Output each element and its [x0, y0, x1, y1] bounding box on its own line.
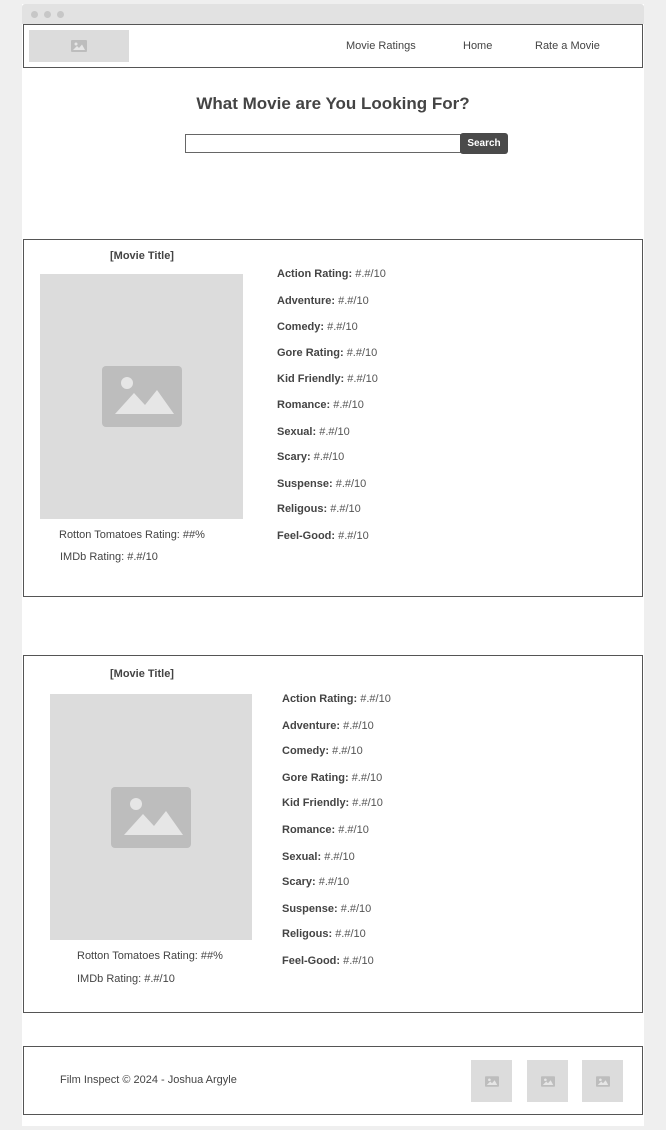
- rating-label: Kid Friendly:: [277, 373, 345, 385]
- rating-label: Religous:: [282, 928, 333, 940]
- search-button[interactable]: Search: [460, 133, 508, 154]
- search-input[interactable]: [185, 134, 461, 153]
- image-placeholder-icon: [101, 366, 182, 427]
- rating-label: Gore Rating:: [277, 347, 344, 359]
- rating-label: Comedy:: [282, 745, 330, 757]
- movie-title: [Movie Title]: [110, 250, 174, 262]
- rating-action: Action Rating: #.#/10: [282, 693, 391, 705]
- social-link[interactable]: [582, 1060, 623, 1102]
- movie-title: [Movie Title]: [110, 668, 174, 680]
- rating-feel-good: Feel-Good: #.#/10: [277, 530, 369, 542]
- rotten-tomatoes-rating: Rotton Tomatoes Rating: ##%: [59, 529, 205, 541]
- image-icon: [540, 1075, 555, 1087]
- rating-value: #.#/10: [338, 295, 369, 307]
- rating-adventure: Adventure: #.#/10: [282, 720, 374, 732]
- rating-feel-good: Feel-Good: #.#/10: [282, 955, 374, 967]
- imdb-rating: IMDb Rating: #.#/10: [77, 973, 175, 985]
- rating-romance: Romance: #.#/10: [277, 399, 364, 411]
- window-dot: [57, 11, 64, 18]
- rating-label: Scary:: [277, 451, 311, 463]
- rating-value: #.#/10: [327, 321, 358, 333]
- rating-action: Action Rating: #.#/10: [277, 268, 386, 280]
- rating-label: Kid Friendly:: [282, 797, 350, 809]
- rating-value: #.#/10: [351, 772, 383, 784]
- rating-label: Action Rating:: [277, 268, 353, 280]
- image-placeholder-icon: [111, 786, 191, 848]
- window-dot: [31, 11, 38, 18]
- rating-label: Religous:: [277, 503, 328, 515]
- social-link[interactable]: [527, 1060, 568, 1102]
- rating-kid-friendly: Kid Friendly: #.#/10: [277, 373, 378, 385]
- rating-adventure: Adventure: #.#/10: [277, 295, 369, 307]
- rating-scary: Scary: #.#/10: [277, 451, 344, 463]
- rating-value: #.#/10: [332, 745, 363, 757]
- rating-label: Gore Rating:: [282, 772, 349, 784]
- rating-value: #.#/10: [335, 928, 366, 940]
- rating-value: #.#/10: [313, 451, 345, 463]
- nav-link-rate-a-movie[interactable]: Rate a Movie: [535, 40, 600, 52]
- image-icon: [71, 40, 87, 52]
- rating-religous: Religous: #.#/10: [277, 503, 361, 515]
- rating-label: Comedy:: [277, 321, 325, 333]
- nav-link-home[interactable]: Home: [463, 40, 492, 52]
- rating-value: #.#/10: [330, 503, 361, 515]
- rating-label: Suspense:: [277, 478, 333, 490]
- footer-copyright: Film Inspect © 2024 - Joshua Argyle: [60, 1074, 237, 1086]
- rating-label: Scary:: [282, 876, 316, 888]
- rating-value: #.#/10: [319, 426, 350, 438]
- rating-label: Adventure:: [277, 295, 336, 307]
- window-dot: [44, 11, 51, 18]
- rating-label: Suspense:: [282, 903, 338, 915]
- rating-value: #.#/10: [347, 373, 378, 385]
- rating-gore: Gore Rating: #.#/10: [277, 347, 377, 359]
- nav-link-movie-ratings[interactable]: Movie Ratings: [346, 40, 416, 52]
- window-titlebar: [22, 4, 644, 24]
- rating-label: Action Rating:: [282, 693, 358, 705]
- social-link[interactable]: [471, 1060, 512, 1102]
- page-title: What Movie are You Looking For?: [196, 94, 470, 113]
- rating-gore: Gore Rating: #.#/10: [282, 772, 382, 784]
- rating-label: Feel-Good:: [282, 955, 341, 967]
- rating-value: #.#/10: [355, 268, 386, 280]
- rating-value: #.#/10: [340, 903, 372, 915]
- rating-value: #.#/10: [338, 530, 369, 542]
- movie-poster: [40, 274, 243, 519]
- rating-value: #.#/10: [346, 347, 378, 359]
- rating-label: Romance:: [282, 824, 336, 836]
- rating-romance: Romance: #.#/10: [282, 824, 369, 836]
- rating-value: #.#/10: [318, 876, 350, 888]
- rating-value: #.#/10: [352, 797, 383, 809]
- rating-sexual: Sexual: #.#/10: [282, 851, 355, 863]
- rating-kid-friendly: Kid Friendly: #.#/10: [282, 797, 383, 809]
- image-icon: [484, 1075, 499, 1087]
- rating-label: Romance:: [277, 399, 331, 411]
- rating-value: #.#/10: [338, 824, 369, 836]
- rating-comedy: Comedy: #.#/10: [282, 745, 363, 757]
- rating-scary: Scary: #.#/10: [282, 876, 349, 888]
- rating-suspense: Suspense: #.#/10: [282, 903, 371, 915]
- rating-value: #.#/10: [343, 720, 374, 732]
- site-logo[interactable]: [29, 30, 129, 62]
- rating-value: #.#/10: [343, 955, 374, 967]
- rating-comedy: Comedy: #.#/10: [277, 321, 358, 333]
- rating-religous: Religous: #.#/10: [282, 928, 366, 940]
- rating-value: #.#/10: [333, 399, 364, 411]
- imdb-rating: IMDb Rating: #.#/10: [60, 551, 158, 563]
- rating-label: Sexual:: [277, 426, 317, 438]
- rating-value: #.#/10: [360, 693, 391, 705]
- rotten-tomatoes-rating: Rotton Tomatoes Rating: ##%: [77, 950, 223, 962]
- rating-value: #.#/10: [324, 851, 355, 863]
- rating-sexual: Sexual: #.#/10: [277, 426, 350, 438]
- image-icon: [595, 1075, 610, 1087]
- rating-value: #.#/10: [335, 478, 367, 490]
- rating-label: Adventure:: [282, 720, 341, 732]
- rating-label: Feel-Good:: [277, 530, 336, 542]
- movie-poster: [50, 694, 252, 940]
- rating-suspense: Suspense: #.#/10: [277, 478, 366, 490]
- rating-label: Sexual:: [282, 851, 322, 863]
